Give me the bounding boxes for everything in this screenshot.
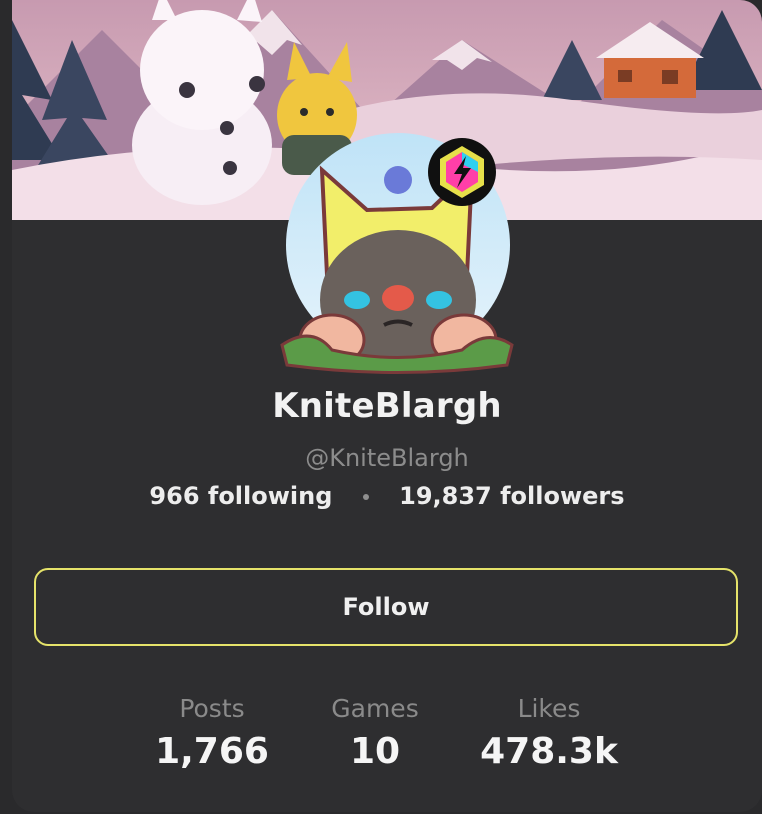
metric-value: 10 bbox=[349, 731, 401, 772]
user-handle: @KniteBlargh bbox=[305, 444, 469, 472]
display-name: KniteBlargh bbox=[272, 386, 502, 426]
following-count[interactable]: 966 following bbox=[149, 482, 332, 510]
metric-likes[interactable]: Likes 478.3k bbox=[464, 694, 634, 772]
metric-value: 1,766 bbox=[155, 731, 269, 772]
lightning-hexagon-badge-icon bbox=[426, 136, 498, 208]
followers-count[interactable]: 19,837 followers bbox=[399, 482, 624, 510]
dot-separator-icon bbox=[362, 494, 369, 500]
metric-label: Likes bbox=[517, 694, 581, 723]
metric-value: 478.3k bbox=[480, 731, 618, 772]
metric-posts[interactable]: Posts 1,766 bbox=[142, 694, 282, 772]
profile-card: KniteBlargh @KniteBlargh 966 following 1… bbox=[12, 0, 762, 812]
metric-label: Posts bbox=[179, 694, 245, 723]
follow-button-label: Follow bbox=[342, 593, 430, 621]
metric-label: Games bbox=[331, 694, 419, 723]
metric-games[interactable]: Games 10 bbox=[304, 694, 446, 772]
follow-button[interactable]: Follow bbox=[34, 568, 738, 646]
follow-stats: 966 following 19,837 followers bbox=[12, 482, 762, 510]
